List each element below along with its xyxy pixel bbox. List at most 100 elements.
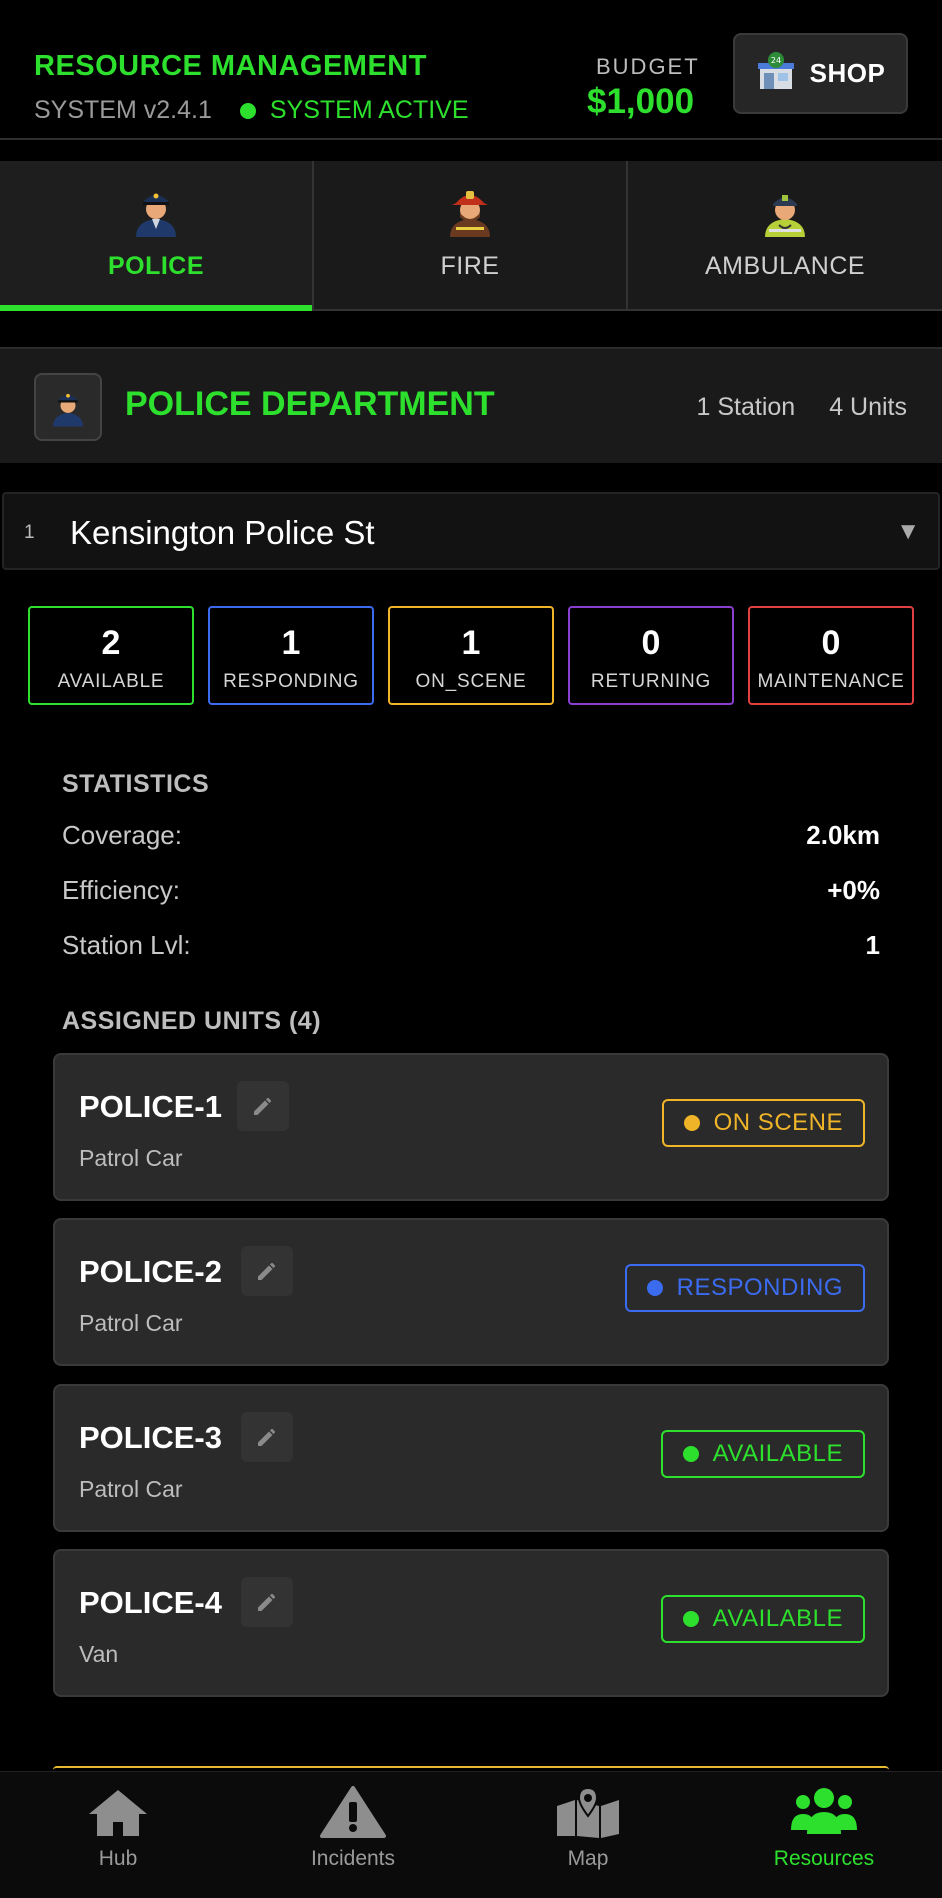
counter-value: 1 <box>281 624 301 662</box>
unit-name: POLICE-2 <box>79 1254 222 1289</box>
status-badge-label: AVAILABLE <box>712 1440 843 1467</box>
stat-label: Efficiency: <box>62 875 181 905</box>
paramedic-icon <box>761 185 809 242</box>
pencil-icon[interactable] <box>241 1577 293 1627</box>
status-dot-icon <box>682 1446 699 1462</box>
shop-button[interactable]: 24 SHOP <box>733 33 908 114</box>
pencil-icon[interactable] <box>241 1412 293 1462</box>
firefighter-icon <box>446 185 494 242</box>
station-number: 1 <box>24 522 35 543</box>
nav-label: Resources <box>773 1847 875 1870</box>
police-officer-icon <box>132 185 180 242</box>
stat-label: Station Lvl: <box>62 930 191 960</box>
counter-responding: 1 RESPONDING <box>208 606 374 705</box>
unit-card[interactable]: POLICE-3 Patrol Car AVAILABLE <box>53 1384 889 1532</box>
department-tabs: POLICE FIRE AMBULANCE <box>0 161 942 311</box>
tab-label: AMBULANCE <box>704 252 866 280</box>
budget-value: $1,000 <box>587 82 695 121</box>
pencil-icon[interactable] <box>241 1246 293 1296</box>
app-header: RESOURCE MANAGEMENT SYSTEM v2.4.1 SYSTEM… <box>0 0 942 140</box>
counter-value: 1 <box>461 624 481 662</box>
counter-label: AVAILABLE <box>57 671 165 692</box>
status-dot-icon <box>239 102 256 119</box>
unit-type: Patrol Car <box>79 1476 183 1502</box>
tab-fire[interactable]: FIRE <box>314 161 628 311</box>
stat-value: 2.0km <box>806 820 880 850</box>
unit-type: Patrol Car <box>79 1310 183 1336</box>
stat-value: 1 <box>865 930 880 960</box>
status-badge: AVAILABLE <box>660 1430 865 1478</box>
police-department-icon <box>34 373 102 441</box>
counter-on-scene: 1 ON_SCENE <box>388 606 554 705</box>
nav-hub[interactable]: Hub <box>18 1772 218 1898</box>
counter-maintenance: 0 MAINTENANCE <box>748 606 914 705</box>
counter-label: MAINTENANCE <box>757 671 905 692</box>
nav-resources[interactable]: Resources <box>724 1772 924 1898</box>
counter-value: 0 <box>821 624 841 662</box>
stat-value: +0% <box>827 875 880 905</box>
status-badge: RESPONDING <box>624 1264 865 1312</box>
unit-card[interactable]: POLICE-1 Patrol Car ON SCENE <box>53 1053 889 1201</box>
nav-incidents[interactable]: Incidents <box>253 1772 453 1898</box>
counter-label: ON_SCENE <box>415 671 527 692</box>
status-dot-icon <box>646 1280 663 1296</box>
system-version: SYSTEM v2.4.1 <box>34 96 212 124</box>
counter-value: 2 <box>101 624 121 662</box>
counter-available: 2 AVAILABLE <box>28 606 194 705</box>
warning-icon <box>320 1786 386 1843</box>
stat-station-level: Station Lvl: 1 <box>62 930 880 964</box>
caret-down-icon: ▼ <box>896 518 920 545</box>
shop-label: SHOP <box>809 58 886 88</box>
assigned-units-title: ASSIGNED UNITS (4) <box>62 1007 322 1035</box>
nav-label: Map <box>567 1847 609 1870</box>
status-badge-label: RESPONDING <box>676 1274 843 1301</box>
system-status-line: SYSTEM v2.4.1 SYSTEM ACTIVE <box>34 96 469 125</box>
svg-text:24: 24 <box>771 56 781 65</box>
system-status: SYSTEM ACTIVE <box>269 96 469 124</box>
tab-police[interactable]: POLICE <box>0 161 314 311</box>
pencil-icon[interactable] <box>237 1081 289 1131</box>
home-icon <box>85 1786 151 1843</box>
station-count: 1 Station <box>696 393 796 421</box>
unit-card[interactable]: POLICE-4 Van AVAILABLE <box>53 1549 889 1697</box>
status-badge: ON SCENE <box>661 1099 865 1147</box>
unit-type: Patrol Car <box>79 1145 183 1171</box>
bottom-navigation: Hub Incidents Map Resources <box>0 1771 942 1898</box>
counter-value: 0 <box>641 624 661 662</box>
nav-label: Hub <box>98 1847 138 1870</box>
station-selector[interactable]: 1 Kensington Police St ▼ <box>2 492 940 570</box>
unit-card[interactable]: POLICE-2 Patrol Car RESPONDING <box>53 1218 889 1366</box>
station-name: Kensington Police St <box>70 514 375 551</box>
tab-label: FIRE <box>440 252 500 280</box>
stat-efficiency: Efficiency: +0% <box>62 875 880 909</box>
counter-label: RESPONDING <box>223 671 359 692</box>
status-badge: AVAILABLE <box>660 1595 865 1643</box>
tab-label: POLICE <box>107 252 205 280</box>
store-icon: 24 <box>756 51 796 96</box>
counter-label: RETURNING <box>590 671 712 692</box>
people-icon <box>789 1786 859 1843</box>
stat-label: Coverage: <box>62 820 182 850</box>
nav-label: Incidents <box>310 1847 396 1870</box>
active-tab-indicator <box>0 305 312 311</box>
department-counts: 1 Station 4 Units <box>697 393 908 422</box>
map-icon <box>555 1786 621 1843</box>
unit-name: POLICE-4 <box>79 1585 222 1620</box>
tab-ambulance[interactable]: AMBULANCE <box>628 161 942 311</box>
app-title: RESOURCE MANAGEMENT <box>34 50 427 82</box>
statistics-title: STATISTICS <box>62 770 210 798</box>
department-title: POLICE DEPARTMENT <box>125 385 495 423</box>
stat-coverage: Coverage: 2.0km <box>62 820 880 854</box>
status-counters: 2 AVAILABLE 1 RESPONDING 1 ON_SCENE 0 RE… <box>28 606 914 705</box>
budget-label: BUDGET <box>596 54 700 79</box>
unit-count: 4 Units <box>829 393 907 421</box>
status-badge-label: AVAILABLE <box>712 1605 843 1632</box>
counter-returning: 0 RETURNING <box>568 606 734 705</box>
unit-name: POLICE-1 <box>79 1089 222 1124</box>
status-badge-label: ON SCENE <box>713 1109 843 1136</box>
status-dot-icon <box>682 1611 699 1627</box>
next-card-edge <box>53 1766 889 1770</box>
unit-type: Van <box>79 1641 119 1667</box>
nav-map[interactable]: Map <box>488 1772 688 1898</box>
unit-name: POLICE-3 <box>79 1420 222 1455</box>
